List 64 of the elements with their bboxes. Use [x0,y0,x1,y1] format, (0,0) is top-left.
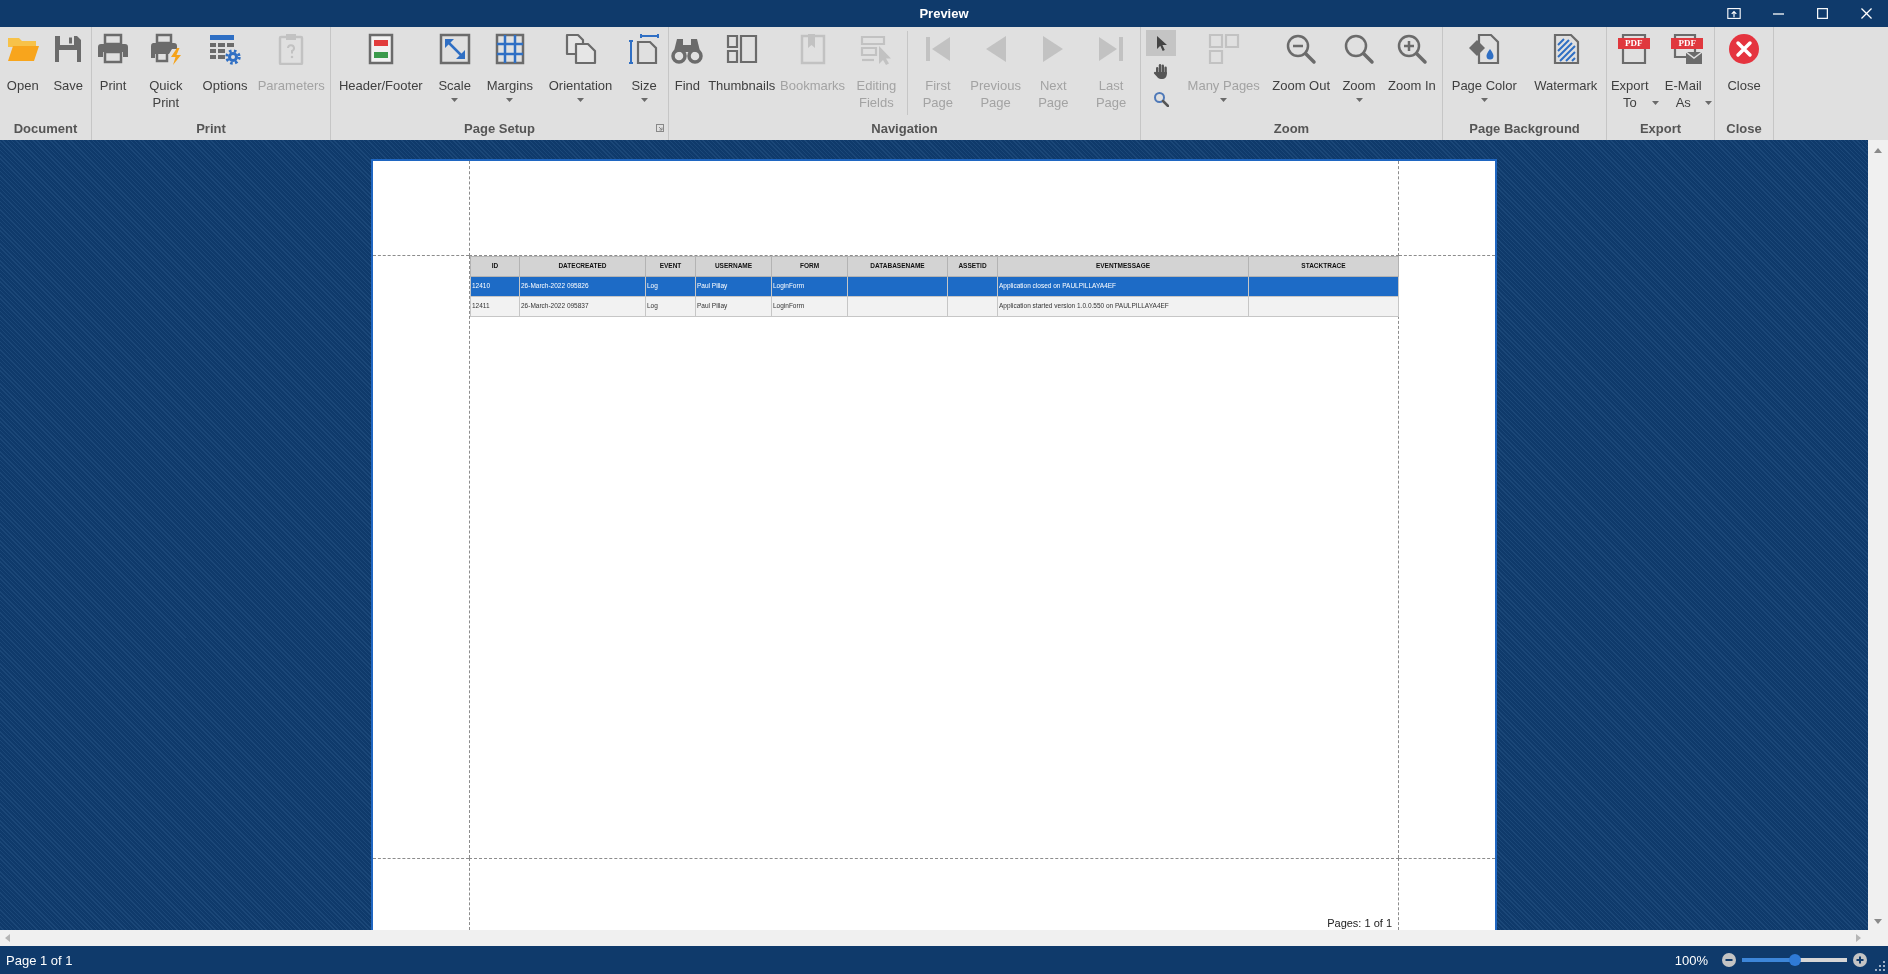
resize-grip-icon[interactable] [1875,961,1885,971]
page-status-text: Page 1 of 1 [6,952,73,968]
group-label: Zoom [1273,120,1310,136]
corner-arrow-icon [656,124,664,132]
many-pages-icon [1207,33,1240,65]
form-fields-icon [860,33,893,65]
window-title: Preview [919,6,969,21]
group-label: Document [13,120,78,136]
find-button[interactable]: Find [670,33,705,94]
zoom-in-button[interactable]: Zoom In [1387,33,1437,94]
page-measure-icon [628,33,661,65]
zoom-button[interactable]: Zoom [1341,33,1377,102]
group-label: Navigation [871,120,938,136]
file-type-badge: PDF [1671,38,1704,49]
zoom-plus-icon[interactable] [1853,953,1867,967]
margins-button[interactable]: Margins [485,33,534,102]
dialog-launcher-button[interactable] [656,124,664,132]
zoom-out-icon [1285,33,1318,65]
file-type-badge: PDF [1617,38,1650,49]
options-button[interactable]: Options [201,33,249,94]
printer-lightning-icon [149,33,182,65]
page-color-button[interactable]: Page Color [1450,33,1518,102]
table-gear-icon [209,33,241,65]
hand-icon [1153,63,1170,79]
export-to-button[interactable]: PDF Export To [1607,33,1660,111]
zoom-slider[interactable] [1742,954,1847,966]
group-label: Page Setup [464,120,535,136]
pointer-tool-button[interactable] [1146,30,1177,56]
minimize-icon [1772,12,1784,15]
print-button[interactable]: Print [96,33,131,94]
pages-icon [564,33,597,65]
maximize-icon [1816,8,1828,19]
zoom-out-button[interactable]: Zoom Out [1271,33,1332,94]
grid-icon [493,33,526,65]
email-as-button[interactable]: PDF E-Mail As [1661,33,1714,111]
printer-icon [97,33,130,65]
close-icon [1728,33,1760,65]
close-button[interactable]: Close [1726,33,1762,94]
slider-thumb[interactable] [1788,954,1801,966]
magnifier-icon [1153,91,1170,107]
zoom-minus-icon[interactable] [1722,953,1736,967]
paint-bucket-icon [1468,33,1501,65]
open-button[interactable]: Open [5,33,40,94]
zoom-percent-text: 100% [1674,952,1708,968]
scale-button[interactable]: Scale [437,33,472,102]
zoom-in-icon [1395,33,1428,65]
header-footer-button[interactable]: Header/Footer [337,33,424,94]
thumbnails-icon [725,33,758,65]
thumbnails-button[interactable]: Thumbnails [707,33,777,94]
save-button[interactable]: Save [51,33,86,94]
group-label: Export [1639,120,1682,136]
close-icon [1860,8,1872,19]
vertical-scrollbar[interactable] [1868,140,1888,930]
size-button[interactable]: Size [627,33,662,102]
group-label: Close [1726,120,1762,136]
watermark-button[interactable]: Watermark [1533,33,1599,94]
page-count-text: Pages: 1 of 1 [1327,917,1392,929]
down-triangle-icon[interactable] [1874,919,1882,924]
quick-print-button[interactable]: Quick Print [138,33,194,111]
up-triangle-icon[interactable] [1874,148,1882,153]
orientation-button[interactable]: Orientation [547,33,614,102]
group-label: Print [196,120,226,136]
magnifier-icon [1343,33,1376,65]
group-label: Page Background [1469,120,1580,136]
